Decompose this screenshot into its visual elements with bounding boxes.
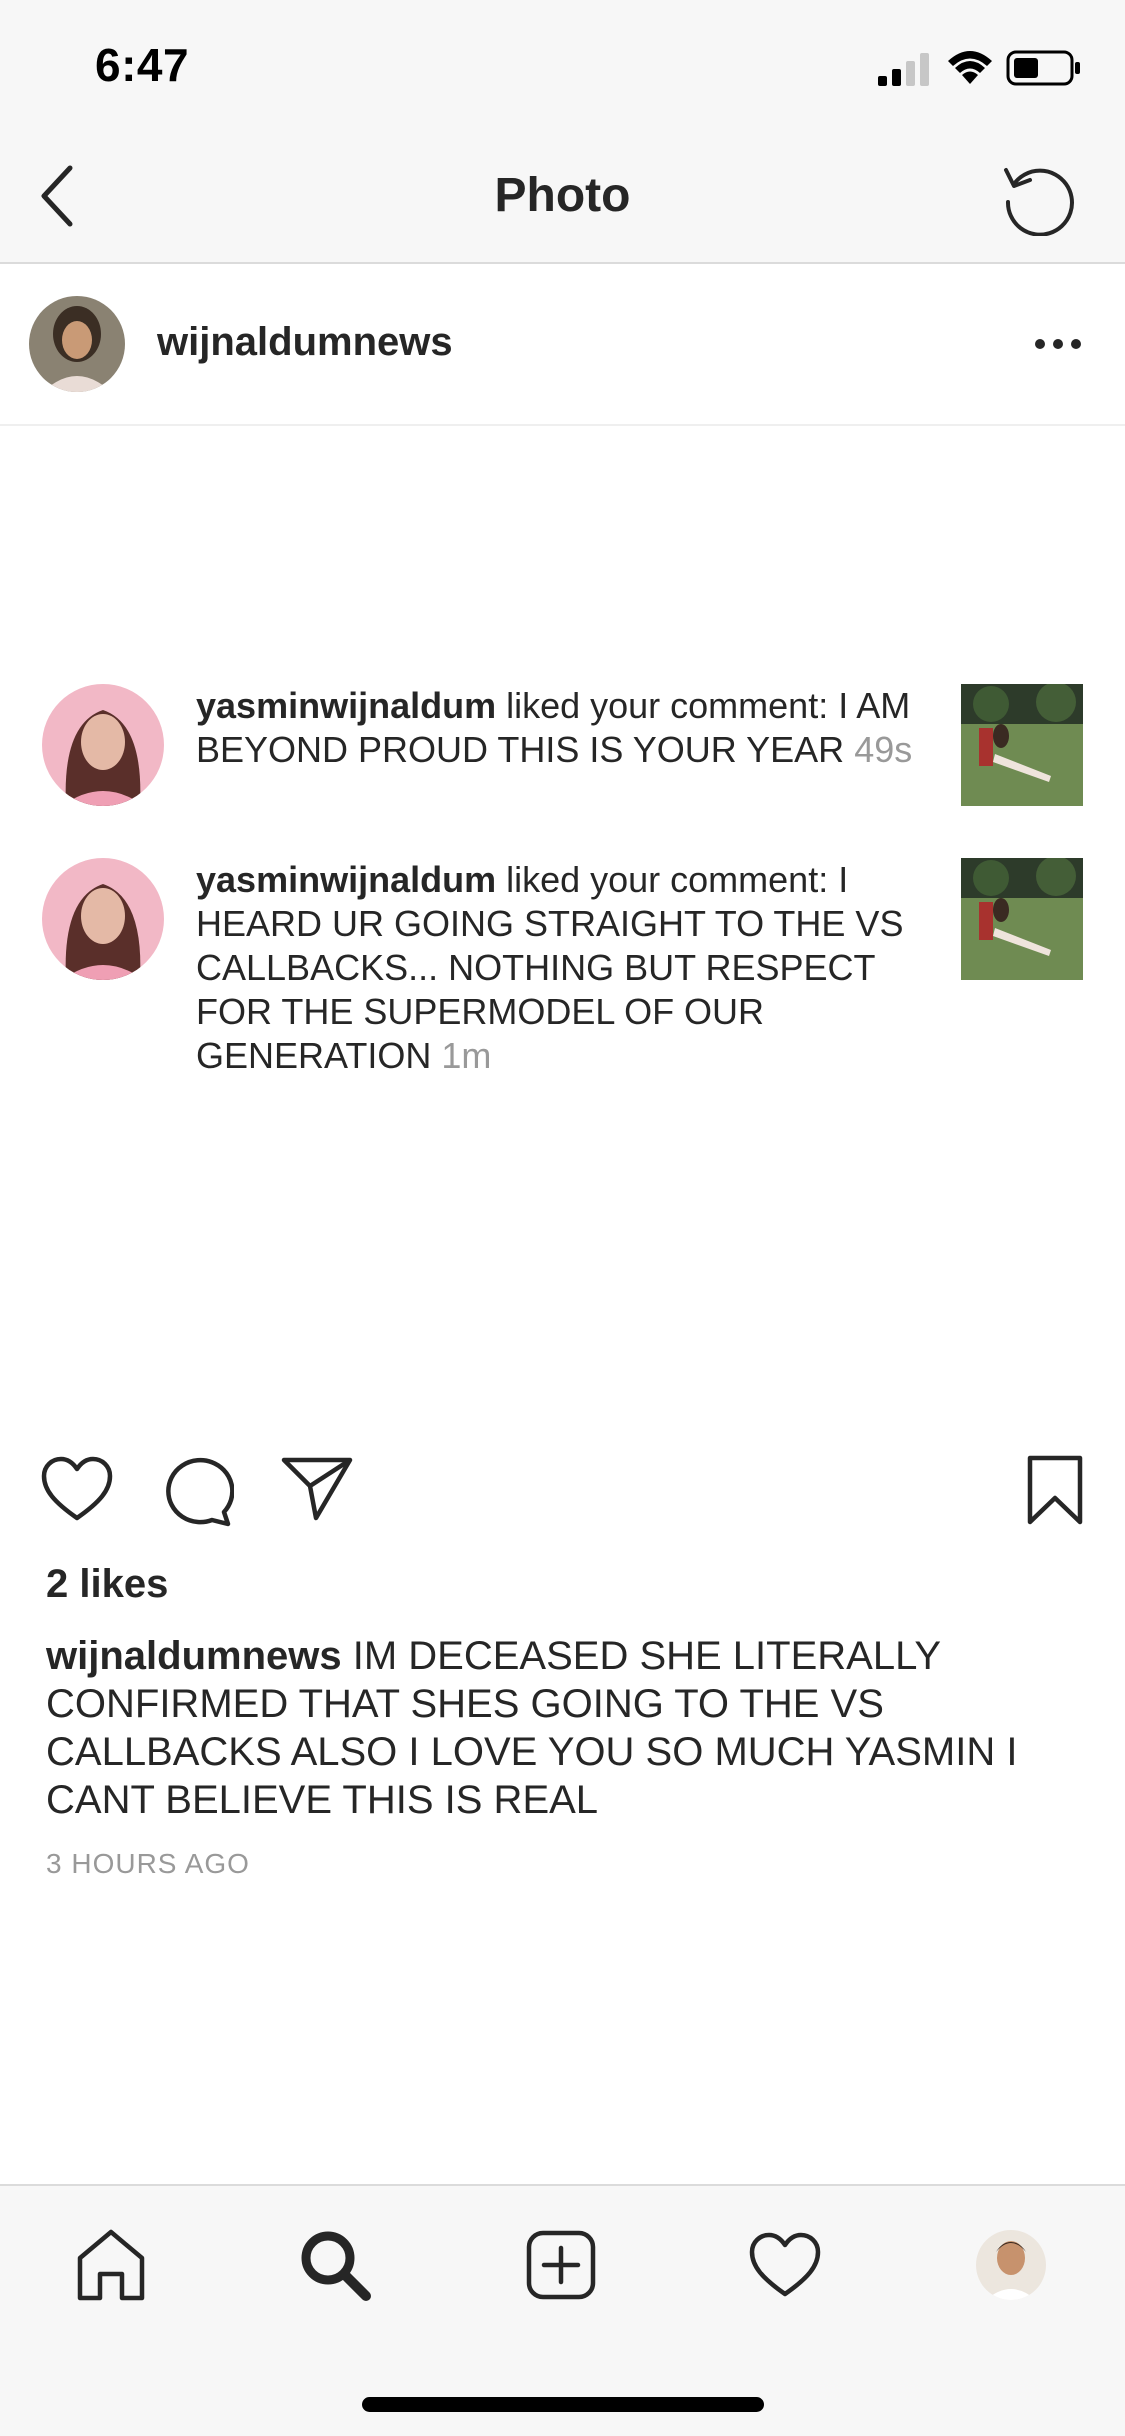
add-icon[interactable] (524, 2228, 598, 2302)
heart-icon[interactable] (748, 2232, 822, 2298)
home-indicator[interactable] (362, 2397, 764, 2412)
more-icon[interactable] (1034, 334, 1082, 354)
notification-text: yasminwijnaldum liked your comment: I HE… (196, 858, 936, 1078)
caption-username[interactable]: wijnaldumnews (46, 1634, 342, 1678)
heart-icon[interactable] (40, 1456, 114, 1522)
notification-username: yasminwijnaldum (196, 859, 497, 900)
notification-avatar (42, 858, 164, 980)
notification-time: 49s (854, 729, 913, 770)
wifi-icon (948, 51, 992, 84)
home-icon[interactable] (74, 2228, 148, 2302)
page-title: Photo (494, 169, 631, 222)
notification-time: 1m (441, 1035, 492, 1076)
notification-username: yasminwijnaldum (196, 685, 497, 726)
avatar[interactable] (976, 2230, 1046, 2300)
notification-thumbnail (961, 858, 1083, 980)
battery-icon (1006, 50, 1080, 86)
refresh-icon[interactable] (1000, 160, 1080, 236)
bookmark-icon[interactable] (1026, 1454, 1084, 1526)
avatar[interactable] (29, 296, 125, 392)
notification-thumbnail (961, 684, 1083, 806)
cellular-signal-icon (878, 53, 929, 86)
send-icon[interactable] (280, 1456, 354, 1522)
notification-text: yasminwijnaldum liked your comment: I AM… (196, 684, 936, 772)
comment-icon[interactable] (162, 1456, 234, 1528)
post-username[interactable]: wijnaldumnews (157, 320, 453, 365)
likes-count[interactable]: 2 likes (46, 1562, 168, 1607)
search-icon[interactable] (298, 2228, 372, 2302)
notification-avatar (42, 684, 164, 806)
caption: wijnaldumnews IM DECEASED SHE LITERALLY … (46, 1632, 1086, 1824)
post-timestamp: 3 HOURS AGO (46, 1848, 250, 1879)
status-time: 6:47 (95, 39, 190, 91)
